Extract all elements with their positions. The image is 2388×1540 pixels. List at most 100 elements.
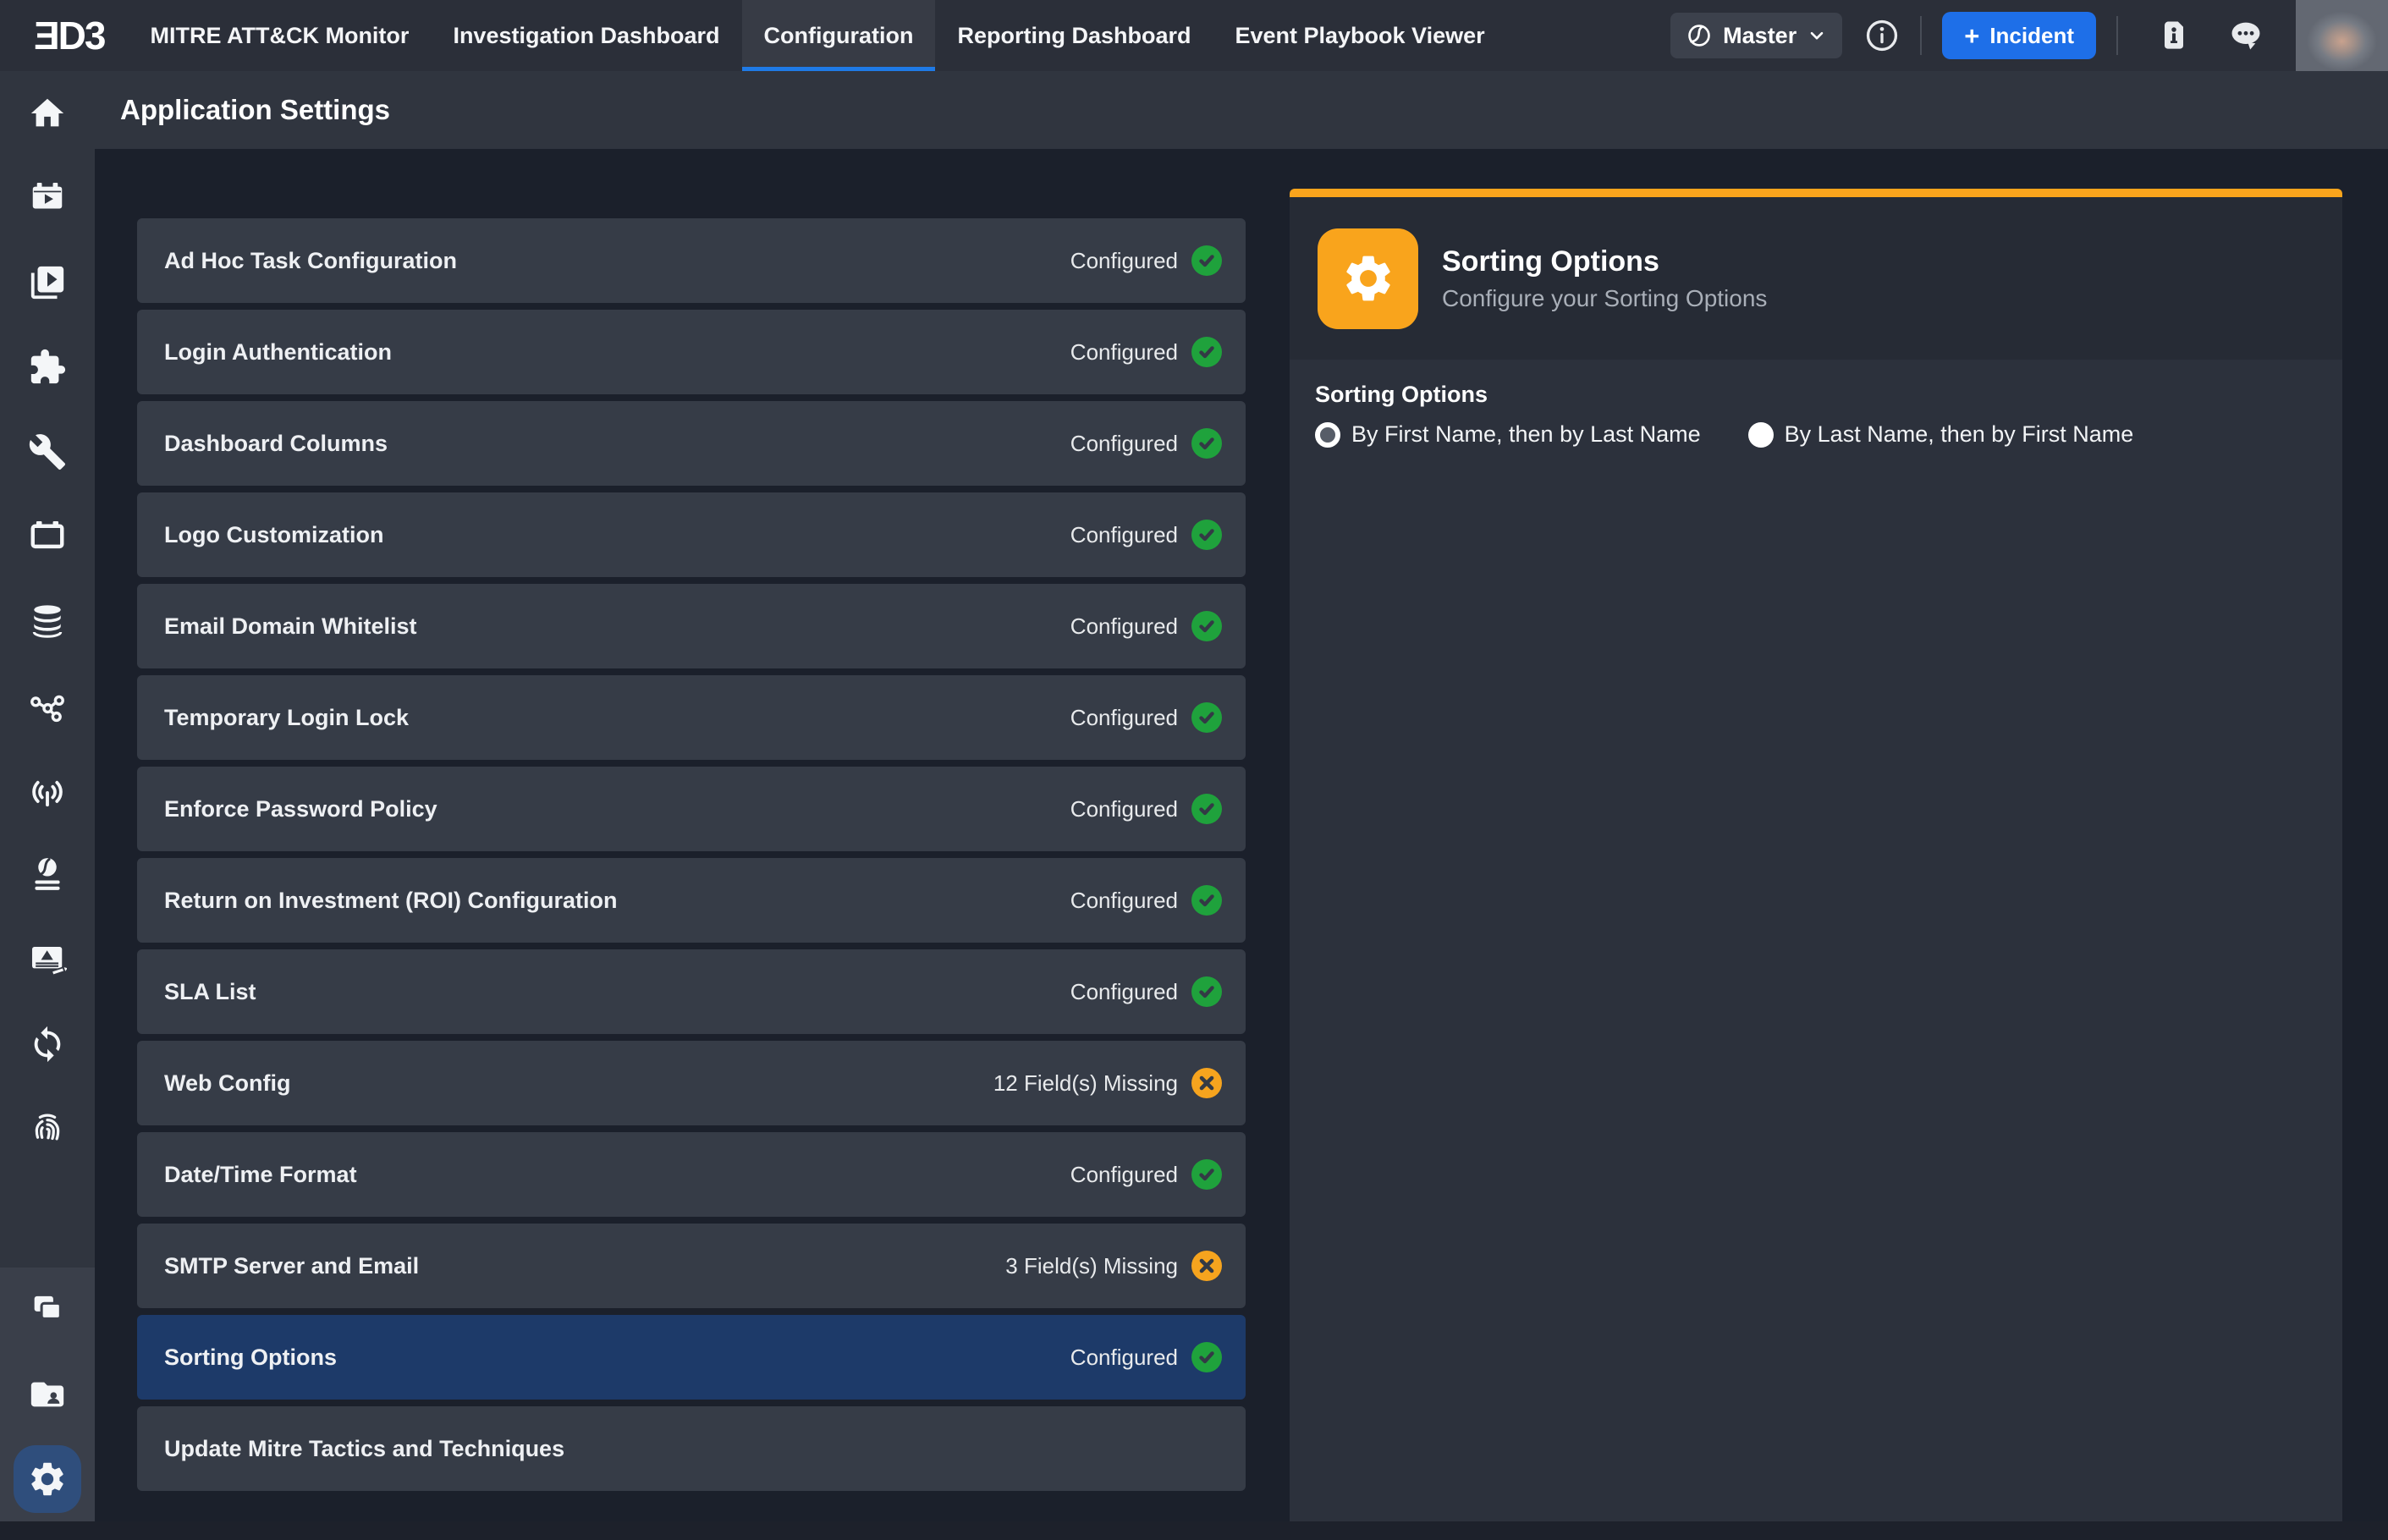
- sidebar-spacer: [0, 1171, 95, 1268]
- settings-row-update-mitre-tactics-and-techniques[interactable]: Update Mitre Tactics and Techniques: [137, 1406, 1246, 1491]
- settings-row-ad-hoc-task-configuration[interactable]: Ad Hoc Task ConfigurationConfigured: [137, 218, 1246, 303]
- sync-arrows-icon: [28, 1025, 67, 1064]
- new-incident-button[interactable]: + Incident: [1942, 12, 2096, 59]
- panel-icon-tile: [1318, 228, 1418, 329]
- settings-row-label: Date/Time Format: [164, 1162, 1070, 1188]
- missing-x-icon: [1191, 1068, 1222, 1098]
- user-avatar[interactable]: [2296, 0, 2388, 71]
- sidebar-item-monitor-frame[interactable]: [0, 494, 95, 579]
- database-icon: [28, 602, 67, 641]
- settings-row-status: Configured: [1070, 248, 1178, 274]
- sidebar-item-video-library[interactable]: [0, 240, 95, 325]
- home-icon: [28, 94, 67, 133]
- release-notes-icon[interactable]: [2155, 17, 2193, 54]
- configured-check-icon: [1191, 976, 1222, 1007]
- nav-item-investigation-dashboard[interactable]: Investigation Dashboard: [431, 0, 741, 71]
- plus-icon: +: [1964, 23, 1979, 49]
- settings-row-label: Sorting Options: [164, 1345, 1070, 1371]
- nav-item-mitre-att-ck-monitor[interactable]: MITRE ATT&CK Monitor: [128, 0, 431, 71]
- globe-lines-icon: [28, 855, 67, 894]
- settings-row-login-authentication[interactable]: Login AuthenticationConfigured: [137, 310, 1246, 394]
- settings-row-status: Configured: [1070, 339, 1178, 366]
- configured-check-icon: [1191, 1342, 1222, 1372]
- settings-row-date-time-format[interactable]: Date/Time FormatConfigured: [137, 1132, 1246, 1217]
- folder-user-icon: [28, 1375, 67, 1414]
- share-network-icon: [28, 686, 67, 725]
- sidebar-item-puzzle-extension[interactable]: [0, 325, 95, 410]
- settings-row-email-domain-whitelist[interactable]: Email Domain WhitelistConfigured: [137, 584, 1246, 668]
- nav-item-event-playbook-viewer[interactable]: Event Playbook Viewer: [1213, 0, 1506, 71]
- sidebar-item-share-network[interactable]: [0, 663, 95, 748]
- sorting-option-1[interactable]: By First Name, then by Last Name: [1315, 421, 1701, 448]
- divider: [1920, 16, 1922, 55]
- detail-panel: Sorting Options Configure your Sorting O…: [1290, 189, 2342, 1521]
- settings-row-dashboard-columns[interactable]: Dashboard ColumnsConfigured: [137, 401, 1246, 486]
- radio-selected[interactable]: [1315, 422, 1340, 448]
- sidebar-item-globe-lines[interactable]: [0, 833, 95, 917]
- main-area: Application Settings Ad Hoc Task Configu…: [0, 71, 2388, 1521]
- sorting-options-label: Sorting Options: [1315, 382, 2342, 408]
- primary-nav: MITRE ATT&CK MonitorInvestigation Dashbo…: [128, 0, 1506, 71]
- windows-copy-icon: [28, 1290, 67, 1329]
- settings-row-label: Return on Investment (ROI) Configuration: [164, 888, 1070, 914]
- settings-row-status: Configured: [1070, 1162, 1178, 1188]
- configured-check-icon: [1191, 520, 1222, 550]
- nav-item-reporting-dashboard[interactable]: Reporting Dashboard: [935, 0, 1213, 71]
- settings-row-status: Configured: [1070, 796, 1178, 822]
- fingerprint-icon: [28, 1109, 67, 1148]
- incident-label: Incident: [1989, 23, 2074, 49]
- brand-logo[interactable]: ƎD3: [34, 13, 104, 58]
- settings-row-enforce-password-policy[interactable]: Enforce Password PolicyConfigured: [137, 767, 1246, 851]
- sidebar-item-incident-report[interactable]: [0, 917, 95, 1002]
- settings-row-status: 12 Field(s) Missing: [993, 1070, 1178, 1097]
- chat-feedback-icon[interactable]: [2226, 16, 2265, 55]
- configured-check-icon: [1191, 428, 1222, 459]
- page-title: Application Settings: [120, 94, 390, 126]
- missing-x-icon: [1191, 1251, 1222, 1281]
- settings-row-sla-list[interactable]: SLA ListConfigured: [137, 949, 1246, 1034]
- sidebar-item-fingerprint[interactable]: [0, 1086, 95, 1171]
- settings-row-status: Configured: [1070, 888, 1178, 914]
- settings-row-status: Configured: [1070, 1345, 1178, 1371]
- settings-row-smtp-server-and-email[interactable]: SMTP Server and Email3 Field(s) Missing: [137, 1224, 1246, 1308]
- settings-row-logo-customization[interactable]: Logo CustomizationConfigured: [137, 492, 1246, 577]
- configured-check-icon: [1191, 1159, 1222, 1190]
- settings-row-return-on-investment-roi-configuration[interactable]: Return on Investment (ROI) Configuration…: [137, 858, 1246, 943]
- panel-header: Sorting Options Configure your Sorting O…: [1290, 197, 2342, 360]
- settings-row-label: Email Domain Whitelist: [164, 613, 1070, 640]
- antenna-signal-icon: [28, 771, 67, 810]
- sidebar-item-folder-user[interactable]: [0, 1352, 95, 1437]
- settings-row-label: SLA List: [164, 979, 1070, 1005]
- settings-row-label: Web Config: [164, 1070, 993, 1097]
- settings-row-status: Configured: [1070, 431, 1178, 457]
- sidebar-item-windows-copy[interactable]: [0, 1268, 95, 1352]
- page-header: Application Settings: [95, 71, 2388, 149]
- settings-row-web-config[interactable]: Web Config12 Field(s) Missing: [137, 1041, 1246, 1125]
- settings-row-temporary-login-lock[interactable]: Temporary Login LockConfigured: [137, 675, 1246, 760]
- radio-label[interactable]: By Last Name, then by First Name: [1785, 421, 2134, 448]
- radio-unselected[interactable]: [1748, 422, 1774, 448]
- sidebar-item-calendar-play[interactable]: [0, 156, 95, 240]
- info-icon[interactable]: [1864, 18, 1900, 53]
- sorting-options-group: By First Name, then by Last Name By Last …: [1315, 421, 2342, 448]
- incident-report-icon: [28, 940, 67, 979]
- settings-row-status: 3 Field(s) Missing: [1005, 1253, 1178, 1279]
- sidebar-item-antenna-signal[interactable]: [0, 748, 95, 833]
- tenant-selector[interactable]: Master: [1670, 13, 1842, 58]
- globe-icon: [1686, 22, 1713, 49]
- settings-row-sorting-options[interactable]: Sorting OptionsConfigured: [137, 1315, 1246, 1400]
- settings-row-status: Configured: [1070, 705, 1178, 731]
- radio-label[interactable]: By First Name, then by Last Name: [1351, 421, 1701, 448]
- settings-row-label: SMTP Server and Email: [164, 1253, 1005, 1279]
- nav-item-configuration[interactable]: Configuration: [742, 0, 936, 71]
- settings-gear-icon: [27, 1459, 68, 1499]
- panel-subtitle: Configure your Sorting Options: [1442, 285, 1767, 312]
- sidebar-item-home[interactable]: [0, 71, 95, 156]
- sorting-option-2[interactable]: By Last Name, then by First Name: [1748, 421, 2134, 448]
- sidebar-item-sync-arrows[interactable]: [0, 1002, 95, 1086]
- panel-body: Sorting Options By First Name, then by L…: [1290, 360, 2342, 1521]
- sidebar-item-database[interactable]: [0, 579, 95, 663]
- sidebar-item-tools-build[interactable]: [0, 410, 95, 494]
- sidebar-item-settings-gear[interactable]: [0, 1437, 95, 1521]
- settings-list: Ad Hoc Task ConfigurationConfiguredLogin…: [137, 218, 1246, 1498]
